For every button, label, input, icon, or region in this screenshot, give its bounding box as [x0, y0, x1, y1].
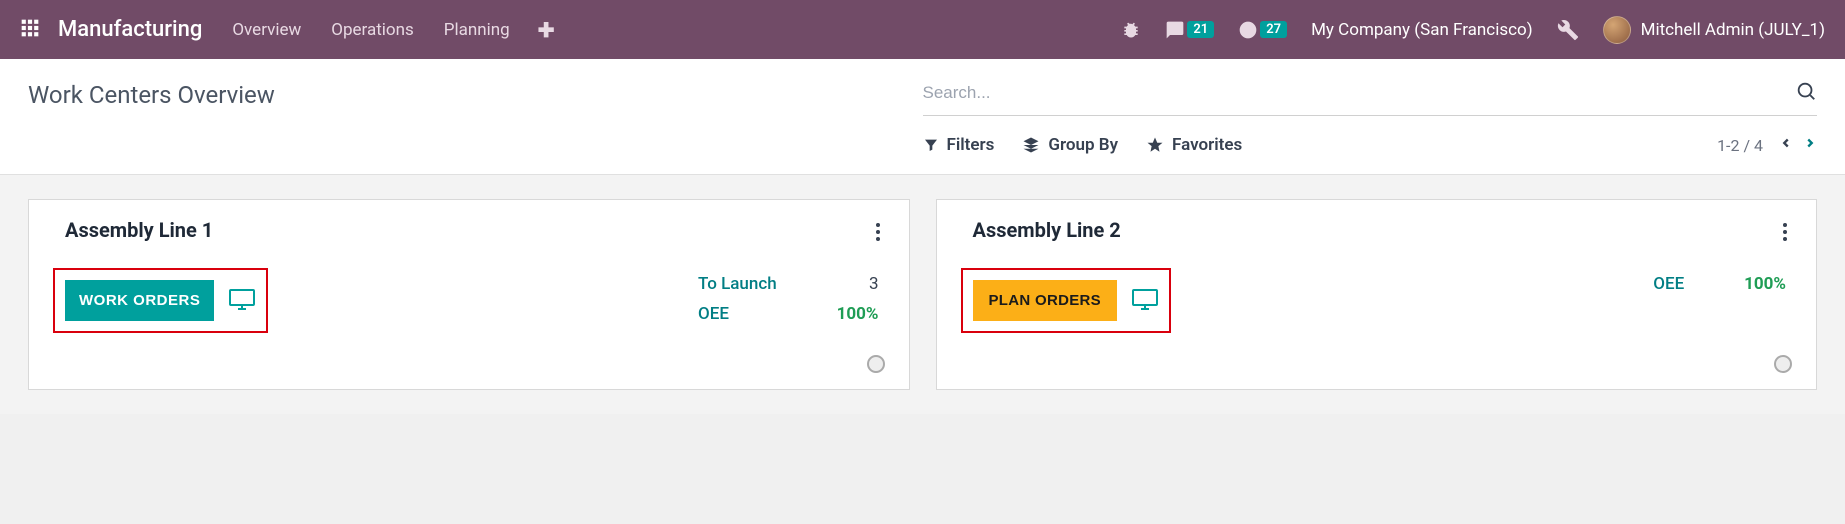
metric-value: 100% [837, 304, 879, 324]
nav-item-overview[interactable]: Overview [232, 20, 301, 40]
pager-prev-icon[interactable] [1779, 134, 1793, 156]
app-brand[interactable]: Manufacturing [58, 17, 202, 42]
metric-value: 3 [837, 274, 879, 294]
user-name: Mitchell Admin (JULY_1) [1641, 20, 1825, 40]
search-input[interactable] [923, 77, 1796, 109]
avatar [1603, 16, 1631, 44]
nav-item-planning[interactable]: Planning [444, 20, 510, 40]
new-menu-icon[interactable]: ✚ [538, 18, 555, 42]
workcenter-card: Assembly Line 1 WORK ORDERS To Launch OE… [28, 199, 910, 390]
messages-icon[interactable]: 21 [1165, 20, 1214, 40]
control-panel-bottom: Filters Group By Favorites 1-2 / 4 [0, 116, 1845, 175]
status-dot[interactable] [1774, 355, 1792, 373]
activities-badge: 27 [1260, 21, 1287, 38]
tools-icon[interactable] [1557, 19, 1579, 41]
metric-label[interactable]: OEE [1653, 274, 1684, 294]
workcenter-card: Assembly Line 2 PLAN ORDERS OEE 100% [936, 199, 1818, 390]
favorites-label: Favorites [1172, 135, 1242, 155]
search-box [923, 77, 1818, 116]
nav-menu: Overview Operations Planning [232, 20, 509, 40]
favorites-button[interactable]: Favorites [1146, 135, 1242, 155]
tablet-view-icon[interactable] [1131, 287, 1159, 315]
metrics: To Launch OEE 3 100% [698, 268, 885, 324]
pager: 1-2 / 4 [1717, 134, 1817, 156]
control-panel-top: Work Centers Overview [0, 59, 1845, 116]
groupby-label: Group By [1048, 135, 1118, 155]
metric-label[interactable]: OEE [698, 304, 777, 324]
plan-orders-button[interactable]: PLAN ORDERS [973, 280, 1117, 321]
nav-item-operations[interactable]: Operations [331, 20, 414, 40]
pager-text[interactable]: 1-2 / 4 [1717, 136, 1763, 155]
card-menu-icon[interactable] [871, 218, 885, 250]
highlight-box: WORK ORDERS [53, 268, 268, 333]
metric-value: 100% [1744, 274, 1786, 294]
card-title[interactable]: Assembly Line 2 [973, 218, 1121, 242]
search-icon[interactable] [1795, 80, 1817, 106]
tablet-view-icon[interactable] [228, 287, 256, 315]
status-dot[interactable] [867, 355, 885, 373]
highlight-box: PLAN ORDERS [961, 268, 1171, 333]
messages-badge: 21 [1187, 21, 1214, 38]
metric-label[interactable]: To Launch [698, 274, 777, 294]
groupby-button[interactable]: Group By [1022, 135, 1118, 155]
card-menu-icon[interactable] [1778, 218, 1792, 250]
debug-icon[interactable] [1121, 20, 1141, 40]
company-selector[interactable]: My Company (San Francisco) [1311, 20, 1533, 40]
main-navbar: Manufacturing Overview Operations Planni… [0, 0, 1845, 59]
card-title[interactable]: Assembly Line 1 [65, 218, 213, 242]
page-title: Work Centers Overview [28, 77, 923, 109]
apps-menu-icon[interactable] [20, 18, 40, 42]
filters-label: Filters [947, 135, 995, 155]
pager-next-icon[interactable] [1803, 134, 1817, 156]
kanban-view: Assembly Line 1 WORK ORDERS To Launch OE… [0, 175, 1845, 414]
work-orders-button[interactable]: WORK ORDERS [65, 280, 214, 321]
user-menu[interactable]: Mitchell Admin (JULY_1) [1603, 16, 1825, 44]
activities-icon[interactable]: 27 [1238, 20, 1287, 40]
filters-button[interactable]: Filters [923, 135, 995, 155]
metrics: OEE 100% [1653, 268, 1792, 294]
